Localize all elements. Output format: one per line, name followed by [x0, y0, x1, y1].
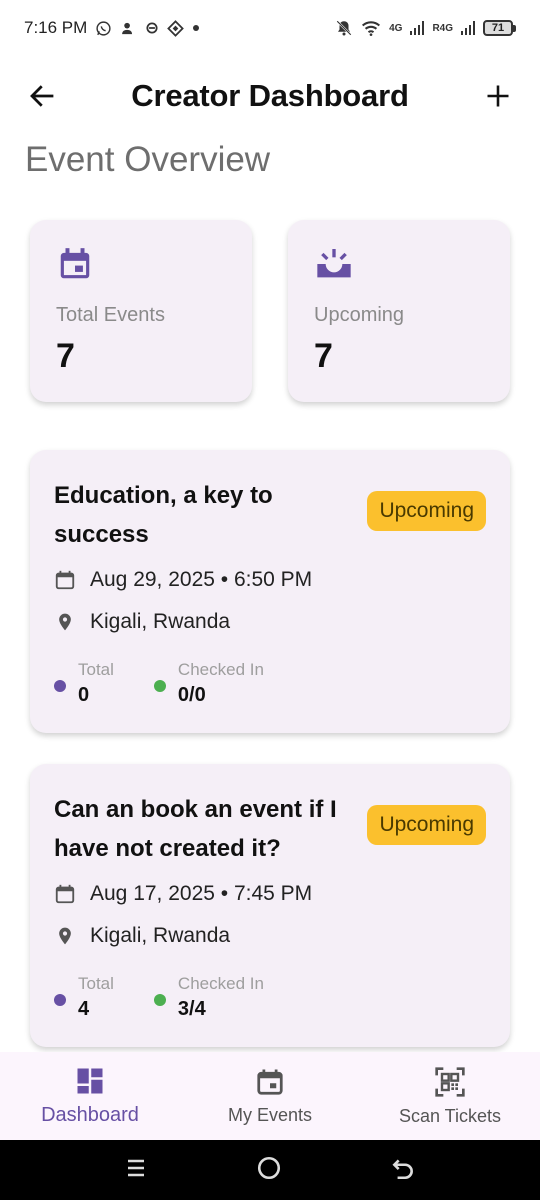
event-datetime-row: Aug 29, 2025 • 6:50 PM	[54, 564, 486, 596]
mute-bell-icon	[335, 19, 353, 37]
total-count: Total 4	[54, 974, 114, 1021]
back-nav-button[interactable]	[390, 1155, 416, 1186]
purple-dot-icon	[54, 679, 66, 692]
whatsapp-icon	[95, 20, 112, 37]
event-icon	[257, 1069, 283, 1095]
nav-item-scan-tickets[interactable]: Scan Tickets	[360, 1052, 540, 1140]
total-count: Total 0	[54, 660, 114, 707]
event-location: Kigali, Rwanda	[90, 924, 231, 947]
event-datetime: Aug 29, 2025 • 6:50 PM	[90, 568, 313, 591]
nav-item-dashboard[interactable]: Dashboard	[0, 1052, 180, 1140]
section-title: Event Overview	[25, 140, 271, 179]
count-label: Checked In	[177, 974, 264, 993]
count-value: 4	[78, 998, 90, 1020]
dashboard-icon	[77, 1068, 103, 1093]
back-button[interactable]	[22, 76, 62, 116]
stat-label: Total Events	[56, 304, 165, 326]
home-circle-icon	[257, 1156, 281, 1179]
nav-label: My Events	[227, 1104, 313, 1125]
plus-icon	[487, 85, 509, 107]
green-dot-icon	[153, 993, 166, 1006]
status-badge: Upcoming	[367, 491, 486, 531]
event-title: Can an book an event if I have not creat…	[54, 796, 337, 862]
sync-icon	[145, 21, 159, 35]
diamond-icon	[167, 19, 185, 37]
location-pin-icon	[54, 925, 76, 947]
event-datetime-row: Aug 17, 2025 • 7:45 PM	[54, 878, 486, 910]
count-label: Total	[78, 974, 114, 993]
location-pin-icon	[54, 611, 76, 633]
count-value: 0/0	[177, 684, 206, 706]
checked-in-count: Checked In 0/0	[153, 660, 264, 707]
event-card[interactable]: Education, a key to success Upcoming Aug…	[30, 450, 510, 733]
stat-label: Upcoming	[314, 304, 405, 326]
stat-card-upcoming: Upcoming 7	[288, 220, 510, 402]
stat-card-total-events: Total Events 7	[30, 220, 252, 402]
nav-label: Scan Tickets	[398, 1105, 502, 1126]
nav-item-my-events[interactable]: My Events	[180, 1052, 360, 1140]
event-datetime: Aug 17, 2025 • 7:45 PM	[90, 882, 313, 905]
status-time: 7:16 PM	[24, 18, 88, 37]
count-value: 0	[78, 684, 90, 706]
green-dot-icon	[153, 679, 166, 692]
network-r4g-label: R4G	[432, 22, 453, 34]
add-event-button[interactable]	[478, 76, 518, 116]
home-button[interactable]	[256, 1155, 282, 1186]
wifi-icon	[361, 19, 381, 37]
arrow-left-icon	[30, 85, 54, 107]
calendar-icon	[56, 244, 96, 284]
signal-icon-2	[461, 21, 475, 35]
menu-icon	[128, 1159, 144, 1176]
network-4g-label: 4G	[389, 22, 403, 34]
system-navigation-bar	[0, 1140, 540, 1200]
nav-label: Dashboard	[41, 1103, 139, 1126]
upcoming-icon	[314, 244, 354, 284]
bottom-navigation: Dashboard My Events Scan Tickets	[0, 1052, 540, 1140]
status-badge: Upcoming	[367, 805, 486, 845]
count-value: 3/4	[177, 998, 206, 1020]
checked-in-count: Checked In 3/4	[153, 974, 264, 1021]
qr-scan-icon	[435, 1066, 465, 1097]
back-icon	[392, 1158, 413, 1179]
event-card[interactable]: Can an book an event if I have not creat…	[30, 764, 510, 1047]
count-label: Total	[78, 660, 114, 679]
event-title: Education, a key to success	[54, 482, 273, 548]
page-title: Creator Dashboard	[131, 78, 409, 113]
status-bar: 7:16 PM 4G R4G 71	[0, 0, 540, 56]
battery-icon: 71	[483, 20, 516, 36]
count-label: Checked In	[177, 660, 264, 679]
stat-value: 7	[314, 337, 333, 375]
stat-value: 7	[56, 337, 75, 375]
battery-level: 71	[483, 20, 513, 36]
dot-icon	[192, 24, 200, 32]
event-location: Kigali, Rwanda	[90, 610, 231, 633]
event-location-row: Kigali, Rwanda	[54, 606, 486, 638]
event-counts: Total 4 Checked In 3/4	[54, 974, 486, 1021]
app-bar: Creator Dashboard	[0, 64, 540, 128]
calendar-icon	[54, 569, 76, 591]
recents-button[interactable]	[124, 1156, 148, 1185]
purple-dot-icon	[54, 993, 66, 1006]
contact-icon	[120, 20, 137, 37]
calendar-icon	[54, 883, 76, 905]
signal-icon	[410, 21, 425, 35]
event-location-row: Kigali, Rwanda	[54, 920, 486, 952]
event-counts: Total 0 Checked In 0/0	[54, 660, 486, 707]
